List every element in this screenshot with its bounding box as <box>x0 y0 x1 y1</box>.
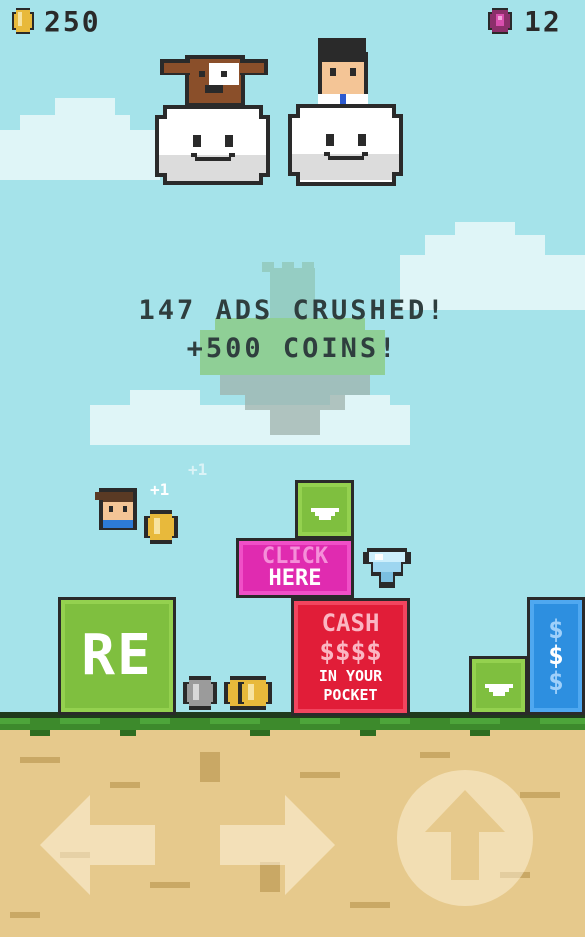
right-arrow-button[interactable] <box>215 795 335 895</box>
coin-icon <box>12 8 34 34</box>
blue-dollar-ad[interactable]: $ $ $ <box>527 597 585 715</box>
blue-dollar-1: $ <box>548 615 564 645</box>
cash-line-in-your: IN YOUR <box>318 667 383 685</box>
jump-button[interactable] <box>395 768 535 908</box>
left-arrow-icon <box>40 795 155 895</box>
cloud-with-dog <box>155 55 270 185</box>
click-here-line2: HERE <box>268 566 322 591</box>
cash-ad[interactable]: CASH $$$$ IN YOUR POCKET <box>291 598 410 716</box>
gem-icon <box>488 8 512 34</box>
click-here-line1: CLICK <box>261 544 329 569</box>
re-label: RE <box>81 623 153 688</box>
right-arrow-icon <box>220 795 335 895</box>
ads-crushed-message: 147 ADS CRUSHED! <box>138 295 447 326</box>
green-ad-block-small <box>469 656 528 715</box>
gem-count: 12 <box>524 4 562 38</box>
cloud-with-businessman <box>288 38 403 186</box>
bonus-plus-one-upper: +1 <box>188 460 208 479</box>
gem-counter: 12 <box>488 4 562 38</box>
coin-pickup <box>144 510 178 544</box>
cash-title: CASH <box>321 609 380 637</box>
re-ad-block[interactable]: RE <box>58 597 176 715</box>
silver-coin <box>183 676 217 710</box>
chevron-down-icon <box>311 508 339 520</box>
cash-dollars: $$$$ <box>319 637 382 667</box>
gold-coin-stack <box>224 676 272 710</box>
blue-dollar-2: $ <box>548 641 564 671</box>
diamond-pickup <box>363 548 411 588</box>
bonus-plus-one-near-player: +1 <box>150 480 170 499</box>
coin-count: 250 <box>44 4 101 38</box>
chevron-down-icon <box>485 684 513 696</box>
left-arrow-button[interactable] <box>40 795 160 895</box>
green-ad-block-top <box>295 480 354 539</box>
cash-line-pocket: POCKET <box>323 686 378 704</box>
coins-bonus-message: +500 COINS! <box>186 333 399 364</box>
click-here-ad[interactable]: CLICK HERE <box>236 538 354 598</box>
coin-counter: 250 <box>12 4 101 38</box>
player-character <box>95 488 137 530</box>
blue-dollar-3: $ <box>548 667 564 697</box>
